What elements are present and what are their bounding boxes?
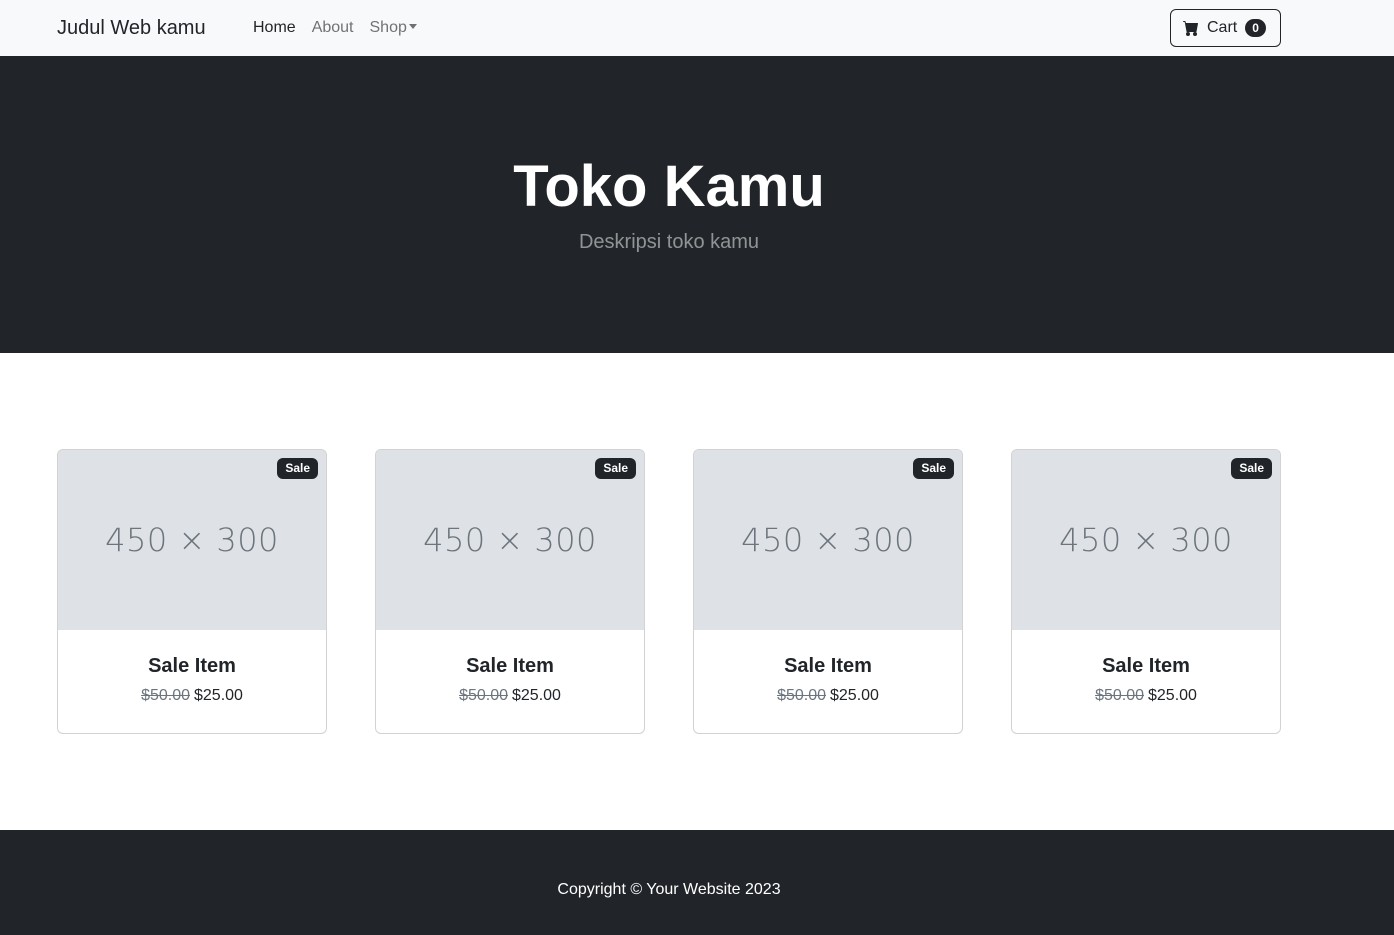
sale-badge: Sale [277, 458, 318, 479]
product-title: Sale Item [784, 655, 872, 677]
sale-badge: Sale [913, 458, 954, 479]
footer: Copyright © Your Website 2023 [0, 830, 1394, 935]
product-card-body: Sale Item $50.00 $25.00 [376, 630, 644, 706]
sale-badge: Sale [1231, 458, 1272, 479]
hero-section: Toko Kamu Deskripsi toko kamu [0, 56, 1394, 353]
nav-link-home[interactable]: Home [253, 18, 296, 38]
caret-down-icon [408, 24, 417, 29]
old-price: $50.00 [459, 687, 508, 704]
old-price: $50.00 [141, 687, 190, 704]
sale-price: $25.00 [512, 687, 561, 704]
product-title: Sale Item [148, 655, 236, 677]
sale-price: $25.00 [1148, 687, 1197, 704]
product-grid: Sale 450 × 300 Sale Item $50.00 $25.00 Sa… [57, 449, 1329, 734]
product-title: Sale Item [1102, 655, 1190, 677]
hero-title: Toko Kamu [513, 154, 825, 219]
old-price: $50.00 [777, 687, 826, 704]
sale-badge: Sale [595, 458, 636, 479]
cart-count-badge: 0 [1245, 19, 1266, 37]
footer-copyright: Copyright © Your Website 2023 [557, 881, 781, 898]
nav-dropdown-shop[interactable]: Shop [370, 18, 417, 38]
product-card-body: Sale Item $50.00 $25.00 [1012, 630, 1280, 706]
old-price: $50.00 [1095, 687, 1144, 704]
product-card[interactable]: Sale 450 × 300 Sale Item $50.00 $25.00 [1011, 449, 1281, 734]
product-card-body: Sale Item $50.00 $25.00 [694, 630, 962, 706]
cart-label: Cart [1207, 19, 1238, 36]
nav-dropdown-shop-label: Shop [369, 19, 407, 36]
product-title: Sale Item [466, 655, 554, 677]
product-card-body: Sale Item $50.00 $25.00 [58, 630, 326, 706]
product-card[interactable]: Sale 450 × 300 Sale Item $50.00 $25.00 [375, 449, 645, 734]
product-price: $50.00 $25.00 [58, 686, 326, 706]
product-price: $50.00 $25.00 [694, 686, 962, 706]
navbar: Judul Web kamu Home About Shop Cart 0 [0, 0, 1394, 56]
sale-price: $25.00 [830, 687, 879, 704]
product-price: $50.00 $25.00 [376, 686, 644, 706]
product-card[interactable]: Sale 450 × 300 Sale Item $50.00 $25.00 [57, 449, 327, 734]
nav-links: Home About Shop [253, 18, 433, 38]
brand-link[interactable]: Judul Web kamu [57, 16, 206, 40]
cart-icon [1183, 21, 1198, 36]
cart-button[interactable]: Cart 0 [1170, 9, 1281, 47]
sale-price: $25.00 [194, 687, 243, 704]
product-card[interactable]: Sale 450 × 300 Sale Item $50.00 $25.00 [693, 449, 963, 734]
nav-link-about[interactable]: About [312, 18, 354, 38]
hero-subtitle: Deskripsi toko kamu [578, 231, 760, 253]
product-price: $50.00 $25.00 [1012, 686, 1280, 706]
